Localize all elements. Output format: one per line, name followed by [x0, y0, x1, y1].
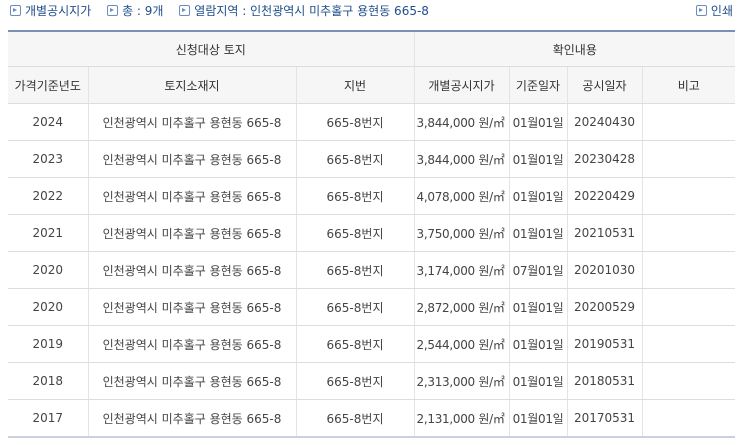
cell-price: 4,078,000 원/㎡: [413, 177, 510, 215]
cell-remarks: [641, 177, 736, 215]
col-header-price: 개별공시지가: [413, 66, 510, 104]
cell-base-date: 07월01일: [508, 251, 568, 289]
cell-year: 2019: [8, 325, 88, 363]
table-row: 2024 인천광역시 미추홀구 용현동 665-8 665-8번지 3,844,…: [8, 103, 736, 141]
table-body: 2024 인천광역시 미추홀구 용현동 665-8 665-8번지 3,844,…: [8, 103, 736, 438]
cell-lot-number: 665-8번지: [295, 214, 415, 252]
cell-price: 2,313,000 원/㎡: [413, 362, 510, 400]
cell-year: 2020: [8, 288, 88, 326]
cell-lot-number: 665-8번지: [295, 362, 415, 400]
cell-year: 2020: [8, 251, 88, 289]
table-row: 2020 인천광역시 미추홀구 용현동 665-8 665-8번지 3,174,…: [8, 251, 736, 289]
cell-price: 2,872,000 원/㎡: [413, 288, 510, 326]
print-label: 인쇄: [710, 4, 733, 18]
cell-remarks: [641, 399, 736, 438]
col-header-location: 토지소재지: [87, 66, 296, 104]
cell-announce-date: 20220429: [566, 177, 643, 215]
table-row: 2019 인천광역시 미추홀구 용현동 665-8 665-8번지 2,544,…: [8, 325, 736, 363]
cell-lot-number: 665-8번지: [295, 325, 415, 363]
cell-location: 인천광역시 미추홀구 용현동 665-8: [87, 214, 296, 252]
cell-price: 2,544,000 원/㎡: [413, 325, 510, 363]
cell-base-date: 01월01일: [508, 362, 568, 400]
table-row: 2020 인천광역시 미추홀구 용현동 665-8 665-8번지 2,872,…: [8, 288, 736, 326]
cell-price: 3,844,000 원/㎡: [413, 103, 510, 141]
table-row: 2023 인천광역시 미추홀구 용현동 665-8 665-8번지 3,844,…: [8, 140, 736, 178]
col-header-announce-date: 공시일자: [566, 66, 643, 104]
table-row: 2017 인천광역시 미추홀구 용현동 665-8 665-8번지 2,131,…: [8, 399, 736, 438]
viewing-area-text: 열람지역 : 인천광역시 미추홀구 용현동 665-8: [194, 4, 429, 18]
group-header-confirmation: 확인내용: [413, 30, 736, 67]
arrow-box-icon: [695, 5, 707, 16]
cell-location: 인천광역시 미추홀구 용현동 665-8: [87, 140, 296, 178]
arrow-box-icon: [10, 5, 21, 16]
cell-base-date: 01월01일: [508, 214, 568, 252]
cell-location: 인천광역시 미추홀구 용현동 665-8: [87, 177, 296, 215]
group-header-row: 신청대상 토지 확인내용: [8, 30, 736, 67]
cell-location: 인천광역시 미추홀구 용현동 665-8: [87, 288, 296, 326]
print-button[interactable]: 인쇄: [695, 0, 733, 22]
cell-announce-date: 20200529: [566, 288, 643, 326]
cell-lot-number: 665-8번지: [295, 399, 415, 438]
col-header-remarks: 비고: [641, 66, 736, 104]
cell-base-date: 01월01일: [508, 103, 568, 141]
cell-announce-date: 20201030: [566, 251, 643, 289]
cell-base-date: 01월01일: [508, 399, 568, 438]
cell-location: 인천광역시 미추홀구 용현동 665-8: [87, 362, 296, 400]
arrow-box-icon: [179, 5, 191, 16]
cell-lot-number: 665-8번지: [295, 103, 415, 141]
cell-announce-date: 20230428: [566, 140, 643, 178]
table-row: 2021 인천광역시 미추홀구 용현동 665-8 665-8번지 3,750,…: [8, 214, 736, 252]
cell-remarks: [641, 362, 736, 400]
cell-remarks: [641, 325, 736, 363]
col-header-lot-number: 지번: [295, 66, 415, 104]
col-header-base-date: 기준일자: [508, 66, 568, 104]
cell-remarks: [641, 140, 736, 178]
cell-location: 인천광역시 미추홀구 용현동 665-8: [87, 103, 296, 141]
col-header-year: 가격기준년도: [8, 66, 88, 104]
individual-price-text: 개별공시지가: [25, 4, 92, 18]
cell-year: 2017: [8, 399, 88, 438]
cell-remarks: [641, 103, 736, 141]
table-row: 2018 인천광역시 미추홀구 용현동 665-8 665-8번지 2,313,…: [8, 362, 736, 400]
column-header-row: 가격기준년도 토지소재지 지번 개별공시지가 기준일자 공시일자 비고: [8, 66, 736, 104]
viewing-area: 열람지역 : 인천광역시 미추홀구 용현동 665-8: [179, 0, 429, 22]
cell-base-date: 01월01일: [508, 177, 568, 215]
cell-year: 2021: [8, 214, 88, 252]
cell-lot-number: 665-8번지: [295, 177, 415, 215]
cell-price: 2,131,000 원/㎡: [413, 399, 510, 438]
total-count-text: 총 : 9개: [122, 4, 164, 18]
cell-remarks: [641, 214, 736, 252]
individual-price-label: 개별공시지가: [10, 0, 91, 22]
cell-price: 3,750,000 원/㎡: [413, 214, 510, 252]
total-count: 총 : 9개: [107, 0, 163, 22]
cell-year: 2023: [8, 140, 88, 178]
cell-announce-date: 20210531: [566, 214, 643, 252]
cell-base-date: 01월01일: [508, 288, 568, 326]
cell-announce-date: 20240430: [566, 103, 643, 141]
price-table-container: 신청대상 토지 확인내용 가격기준년도 토지소재지 지번 개별공시지가 기준일자…: [8, 30, 736, 438]
cell-year: 2018: [8, 362, 88, 400]
cell-lot-number: 665-8번지: [295, 251, 415, 289]
cell-announce-date: 20180531: [566, 362, 643, 400]
cell-base-date: 01월01일: [508, 325, 568, 363]
cell-price: 3,844,000 원/㎡: [413, 140, 510, 178]
cell-location: 인천광역시 미추홀구 용현동 665-8: [87, 399, 296, 438]
cell-lot-number: 665-8번지: [295, 140, 415, 178]
cell-lot-number: 665-8번지: [295, 288, 415, 326]
cell-announce-date: 20170531: [566, 399, 643, 438]
cell-announce-date: 20190531: [566, 325, 643, 363]
cell-location: 인천광역시 미추홀구 용현동 665-8: [87, 251, 296, 289]
arrow-box-icon: [107, 5, 119, 16]
cell-price: 3,174,000 원/㎡: [413, 251, 510, 289]
cell-base-date: 01월01일: [508, 140, 568, 178]
cell-remarks: [641, 251, 736, 289]
price-table: 신청대상 토지 확인내용 가격기준년도 토지소재지 지번 개별공시지가 기준일자…: [8, 30, 736, 438]
cell-remarks: [641, 288, 736, 326]
cell-year: 2022: [8, 177, 88, 215]
table-row: 2022 인천광역시 미추홀구 용현동 665-8 665-8번지 4,078,…: [8, 177, 736, 215]
cell-year: 2024: [8, 103, 88, 141]
info-bar: 개별공시지가 총 : 9개 열람지역 : 인천광역시 미추홀구 용현동 665-…: [8, 0, 735, 22]
cell-location: 인천광역시 미추홀구 용현동 665-8: [87, 325, 296, 363]
group-header-target-land: 신청대상 토지: [8, 30, 415, 67]
